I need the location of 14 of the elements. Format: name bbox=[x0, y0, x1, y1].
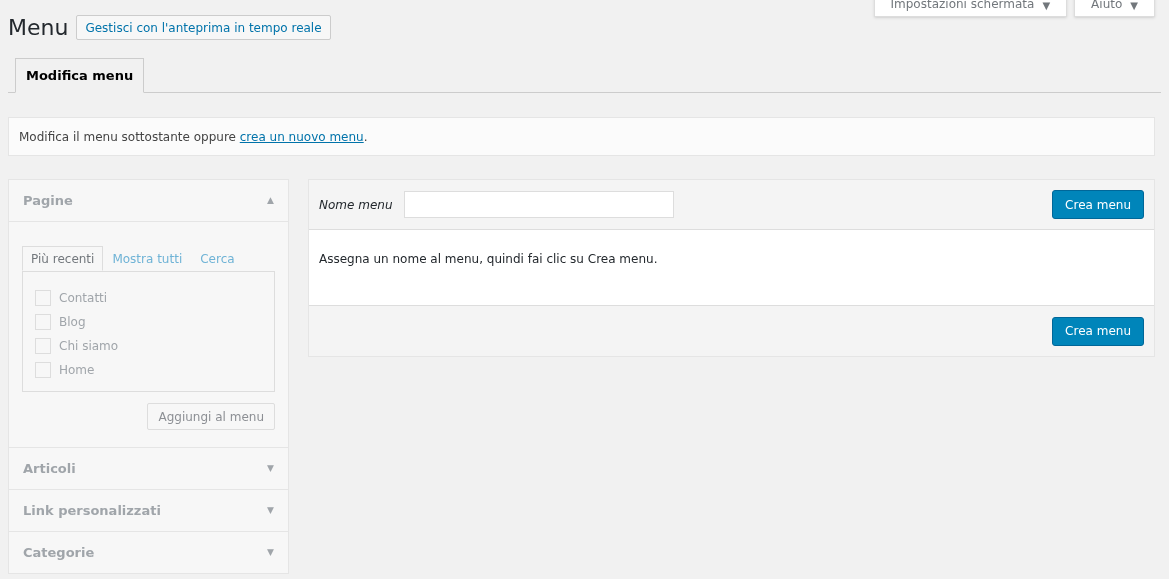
page-label: Blog bbox=[59, 314, 86, 331]
live-preview-button[interactable]: Gestisci con l'anteprima in tempo reale bbox=[76, 15, 331, 40]
instructions-text: Assegna un nome al menu, quindi fai clic su Crea menu. bbox=[319, 252, 658, 266]
page-label: Contatti bbox=[59, 290, 108, 307]
page-label: Home bbox=[59, 362, 95, 379]
new-menu-link[interactable]: crea un nuovo menu bbox=[239, 129, 364, 144]
nav-tab[interactable]: Modifica menu bbox=[15, 58, 145, 93]
create-menu-button[interactable]: Crea menu bbox=[1052, 316, 1144, 346]
page-title: Menu bbox=[8, 14, 69, 42]
field-label: Nome menu bbox=[319, 196, 393, 214]
menu-name-field[interactable] bbox=[403, 191, 674, 218]
notice-text: Modifica il menu sottostante oppure crea un nuovo menu. bbox=[19, 128, 368, 146]
page-label: Chi siamo bbox=[59, 338, 119, 355]
create-menu-button[interactable]: Crea menu bbox=[1052, 190, 1144, 219]
